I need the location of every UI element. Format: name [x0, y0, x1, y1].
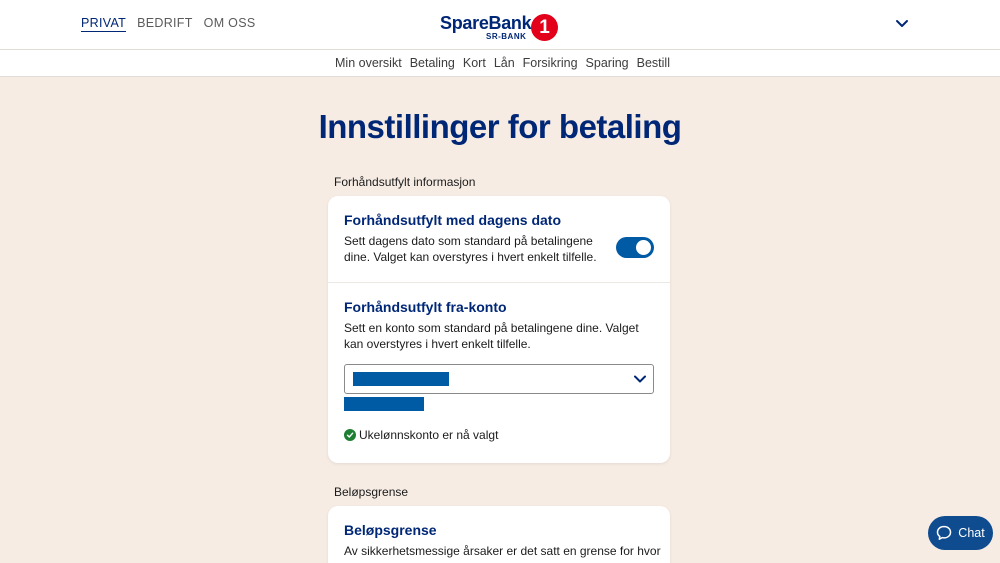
- chat-bubble-icon: [937, 525, 952, 540]
- selected-account-redacted: [353, 372, 449, 386]
- subnav-bestill[interactable]: Bestill: [637, 56, 670, 70]
- prefill-date-desc-1: Sett dagens dato som standard på betalin…: [344, 234, 593, 248]
- segment-bedrift[interactable]: BEDRIFT: [137, 16, 193, 32]
- subnav-betaling[interactable]: Betaling: [410, 56, 455, 70]
- prefill-account-desc-2: kan overstyres i hvert enkelt tilfelle.: [344, 337, 531, 351]
- section-label-prefill: Forhåndsutfylt informasjon: [334, 175, 476, 189]
- logo-badge: 1: [531, 14, 558, 41]
- subnav-sparing[interactable]: Sparing: [586, 56, 629, 70]
- limit-card: Beløpsgrense Av sikkerhetsmessige årsake…: [328, 506, 670, 563]
- card-divider: [328, 282, 670, 283]
- top-bar: PRIVAT BEDRIFT OM OSS SpareBank SR-BANK …: [0, 0, 1000, 50]
- subnav-min-oversikt[interactable]: Min oversikt: [335, 56, 402, 70]
- prefill-account-desc-1: Sett en konto som standard på betalingen…: [344, 321, 639, 335]
- chat-button[interactable]: Chat: [928, 516, 993, 550]
- chevron-down-icon: [634, 375, 646, 383]
- segment-om-oss[interactable]: OM OSS: [204, 16, 256, 32]
- toggle-knob: [636, 240, 651, 255]
- account-number-redacted: [344, 397, 424, 411]
- limit-desc-1: Av sikkerhetsmessige årsaker er det satt…: [344, 544, 661, 558]
- page-title: Innstillinger for betaling: [318, 108, 682, 145]
- subnav-lan[interactable]: Lån: [494, 56, 515, 70]
- prefill-card: Forhåndsutfylt med dagens dato Sett dage…: [328, 196, 670, 463]
- logo-name: SpareBank: [440, 13, 532, 33]
- prefill-date-title: Forhåndsutfylt med dagens dato: [344, 212, 562, 228]
- prefill-account-title: Forhåndsutfylt fra-konto: [344, 299, 507, 315]
- chevron-down-icon[interactable]: [893, 16, 911, 32]
- segment-privat[interactable]: PRIVAT: [81, 16, 127, 32]
- account-status: Ukelønnskonto er nå valgt: [344, 428, 498, 442]
- prefill-date-desc-2: dine. Valget kan overstyres i hvert enke…: [344, 250, 597, 264]
- section-label-limit: Beløpsgrense: [334, 485, 409, 499]
- subnav-kort[interactable]: Kort: [463, 56, 486, 70]
- prefill-date-toggle[interactable]: [616, 237, 654, 258]
- chat-label: Chat: [958, 526, 985, 540]
- limit-title: Beløpsgrense: [344, 522, 437, 538]
- check-circle-icon: [344, 429, 356, 441]
- from-account-select[interactable]: [344, 364, 654, 394]
- segment-nav: PRIVAT BEDRIFT OM OSS: [81, 16, 255, 32]
- account-status-text: Ukelønnskonto er nå valgt: [359, 428, 499, 442]
- logo-sub: SR-BANK: [486, 32, 527, 41]
- sub-nav: Min oversikt Betaling Kort Lån Forsikrin…: [0, 50, 1000, 77]
- subnav-forsikring[interactable]: Forsikring: [523, 56, 578, 70]
- sparebank-logo[interactable]: SpareBank SR-BANK 1: [440, 13, 560, 43]
